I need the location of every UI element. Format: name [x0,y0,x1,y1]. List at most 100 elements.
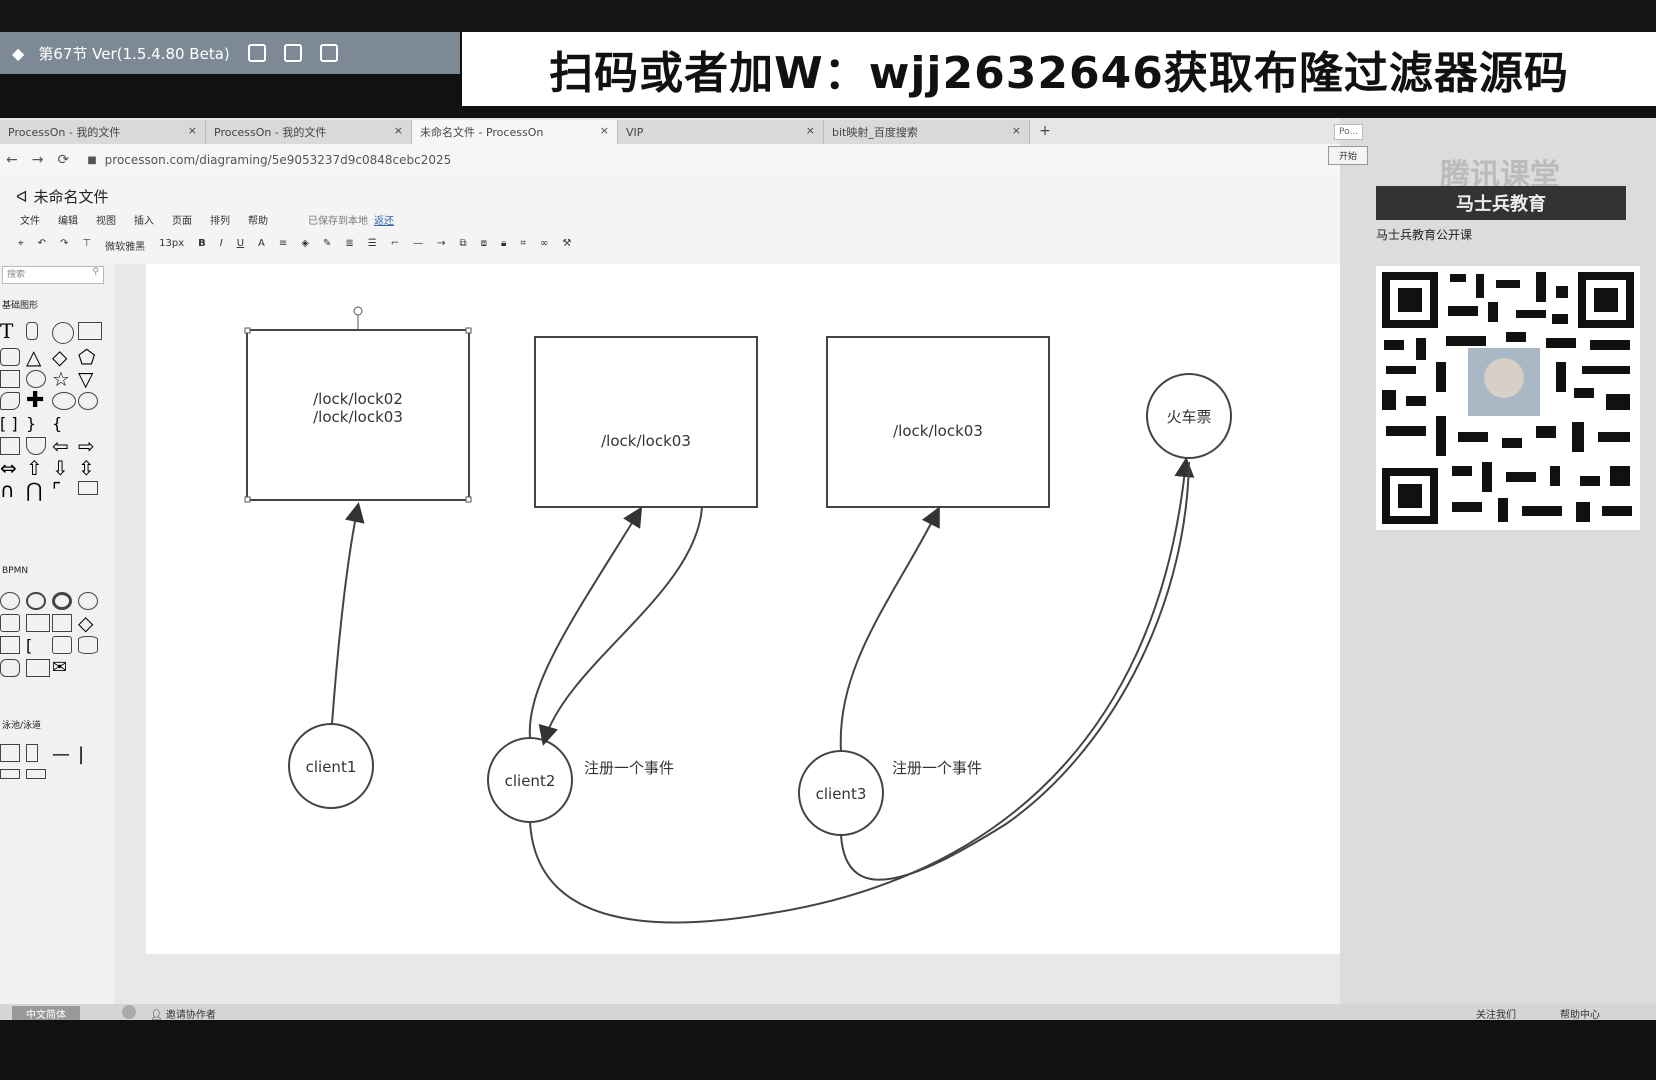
help-center-link[interactable]: 帮助中心 [1560,1006,1600,1021]
node-client-2[interactable]: client2 [487,737,573,823]
invite-link[interactable]: 👤︎ 邀请协作者 [150,1006,216,1021]
edge-box2-client2-down[interactable] [538,506,703,746]
close-icon[interactable]: × [1012,124,1021,137]
edge-client2-box2-up[interactable] [528,506,643,739]
bpmn-subprocess-shape[interactable] [26,614,50,632]
browser-tab[interactable]: ProcessOn - 我的文件 × [206,120,412,144]
left-arrow-shape[interactable]: ⇦ [52,436,78,456]
menu-page[interactable]: 页面 [172,212,192,227]
node-box-2[interactable]: /lock/lock03 [534,336,758,508]
section-swimlanes[interactable]: 泳池/泳道 [2,718,41,731]
edge-client1-box1[interactable] [331,502,365,725]
reload-icon[interactable]: ⟳ [57,152,69,168]
connector-icon[interactable]: ⌐ [391,238,399,253]
menu-arrange[interactable]: 排列 [210,212,230,227]
bpmn-task-shape[interactable] [0,614,20,632]
forward-icon[interactable]: → [32,152,44,168]
node-client-3[interactable]: client3 [798,750,884,836]
diamond-shape[interactable]: ◇ [52,347,78,367]
bpmn-annotation-shape[interactable]: [ [26,636,52,655]
home-icon[interactable] [319,44,338,62]
node-box-3[interactable]: /lock/lock03 [826,336,1050,508]
rectangle-shape[interactable] [78,322,102,340]
ellipse-shape[interactable] [52,392,76,410]
font-select[interactable]: 微软雅黑 [105,238,145,253]
down-arrow-shape[interactable]: ⇩ [52,458,78,478]
line-icon[interactable]: — [413,238,423,253]
edge-client3-box3[interactable] [839,506,940,752]
close-icon[interactable]: × [188,124,197,137]
font-size-select[interactable]: 13px [159,238,184,253]
wrench-icon[interactable]: ⚒ [562,238,571,253]
share-icon[interactable] [283,44,302,62]
brace-open-shape[interactable]: { [52,414,78,433]
bpmn-datastore-shape[interactable] [78,636,98,654]
bpmn-rounded-shape[interactable] [0,659,20,677]
updown-arrow-shape[interactable]: ⇳ [78,458,104,478]
arrow-icon[interactable]: → [437,238,445,253]
text-shape[interactable]: T [0,321,26,344]
arch-shape[interactable]: ⋂ [26,480,52,500]
oval-shape[interactable] [78,392,98,410]
link-icon[interactable]: ∞ [540,238,548,253]
triangle-shape[interactable]: △ [26,347,52,367]
close-icon[interactable]: × [394,124,403,137]
front-icon[interactable]: ⧉ [460,238,467,253]
circle-shape-2[interactable] [26,370,46,388]
rounded-rect-shape[interactable] [0,348,20,366]
fill-icon[interactable]: ◈ [301,238,309,253]
swimlane-horizontal-shape[interactable] [0,769,20,779]
group-icon[interactable]: ⌗ [520,238,526,253]
brace-shape[interactable]: } [26,414,52,433]
node-client-1[interactable]: client1 [288,723,374,809]
bpmn-data-shape[interactable] [0,636,20,654]
bpmn-frame-shape[interactable] [26,659,50,677]
menu-file[interactable]: 文件 [20,212,40,227]
format-painter-icon[interactable]: ⌖ [18,238,24,253]
line-color-icon[interactable]: ✎ [323,238,331,253]
star-shape[interactable]: ☆ [52,369,78,389]
node-ticket-circle[interactable]: 火车票 [1146,373,1232,459]
circle-shape[interactable] [52,322,74,344]
menu-edit[interactable]: 编辑 [58,212,78,227]
bracket-shape[interactable]: [ ] [0,414,26,433]
swimlane-row-shape[interactable] [26,769,46,779]
shape-search-input[interactable]: 搜索 ⚲ [2,266,104,284]
u-shape[interactable]: ∩ [0,480,26,500]
browser-tab[interactable]: VIP × [618,120,824,144]
wave-shape[interactable] [0,392,20,410]
line-width-icon[interactable]: ≣ [345,238,353,253]
bpmn-event-shape[interactable] [78,592,98,610]
font-color-button[interactable]: A [258,238,265,253]
lock-shape-icon[interactable]: 🔒︎ [501,238,506,253]
bpmn-intermediate-shape[interactable] [26,592,46,610]
file-title[interactable]: ᐊ 未命名文件 [16,186,109,207]
shield-shape[interactable] [26,437,46,455]
bidir-arrow-shape[interactable]: ⇔ [0,458,26,478]
brush-icon[interactable]: ⊤ [82,238,91,253]
back-icon[interactable]: ← [6,152,18,168]
back-layer-icon[interactable]: ⧈ [481,238,487,253]
undo-icon[interactable]: ↶ [38,238,46,253]
menu-view[interactable]: 视图 [96,212,116,227]
align-icon[interactable]: ≡ [279,238,287,253]
corner-shape[interactable]: ⌜ [52,480,78,500]
save-action-link[interactable]: 返还 [374,212,394,227]
right-arrow-shape[interactable]: ⇨ [78,436,104,456]
line-style-icon[interactable]: ☰ [368,238,377,253]
section-bpmn[interactable]: BPMN [2,566,28,576]
browser-tab-active[interactable]: 未命名文件 - ProcessOn × [412,120,618,144]
side-tab[interactable]: Po... [1334,124,1364,140]
swimlane-vertical-shape[interactable] [0,744,20,762]
rect-shape-3[interactable] [78,481,98,495]
close-icon[interactable]: × [600,124,609,137]
bold-button[interactable]: B [198,238,206,253]
section-basic-shapes[interactable]: 基础图形 [2,298,38,311]
menu-help[interactable]: 帮助 [248,212,268,227]
follow-link[interactable]: 关注我们 [1476,1006,1516,1021]
pentagon-shape[interactable]: ⬠ [78,347,104,367]
edge-client3-ticket[interactable] [840,461,1190,881]
horizontal-line-shape[interactable]: — [52,744,78,765]
redo-icon[interactable]: ↷ [60,238,68,253]
rect-shape-2[interactable] [0,370,20,388]
